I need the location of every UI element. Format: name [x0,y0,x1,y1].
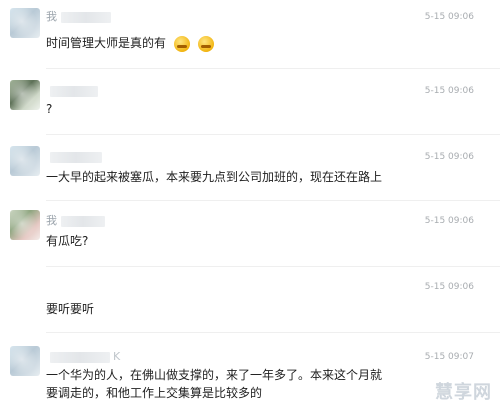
sender-name [46,84,98,98]
message-text: ? [46,102,53,116]
watermark: 慧享网 [435,382,492,403]
message-text: 要听要听 [46,302,95,316]
message-time: 5-15 09:07 [424,352,474,362]
avatar[interactable] [10,80,40,110]
message-text: 一个华为的人，在佛山做支撑的，来了一年多了。本来这个月就要调走的，和他工作上交集… [46,368,383,400]
message-text: 时间管理大师是真的有 [46,34,470,52]
avatar[interactable] [10,8,40,38]
sender-name: K [46,350,120,364]
divider [46,68,500,69]
message-time: 5-15 09:06 [424,282,474,292]
message-text: 一大早的起来被塞瓜，本来要九点到公司加班的，现在还在路上 [46,170,383,184]
message-time: 5-15 09:06 [424,86,474,96]
sender-name: 我 [46,10,111,24]
sender-name: 我 [46,214,105,228]
message-text: 有瓜吃? [46,234,89,248]
divider [46,266,500,267]
message-time: 5-15 09:06 [424,216,474,226]
avatar[interactable] [10,146,40,176]
smile-emoji [197,35,214,52]
divider [46,332,500,333]
message-time: 5-15 09:06 [424,152,474,162]
avatar[interactable] [10,346,40,376]
avatar[interactable] [10,210,40,240]
message-time: 5-15 09:06 [424,12,474,22]
smile-emoji [173,35,190,52]
divider [46,200,500,201]
sender-name [46,150,102,164]
divider [46,134,500,135]
